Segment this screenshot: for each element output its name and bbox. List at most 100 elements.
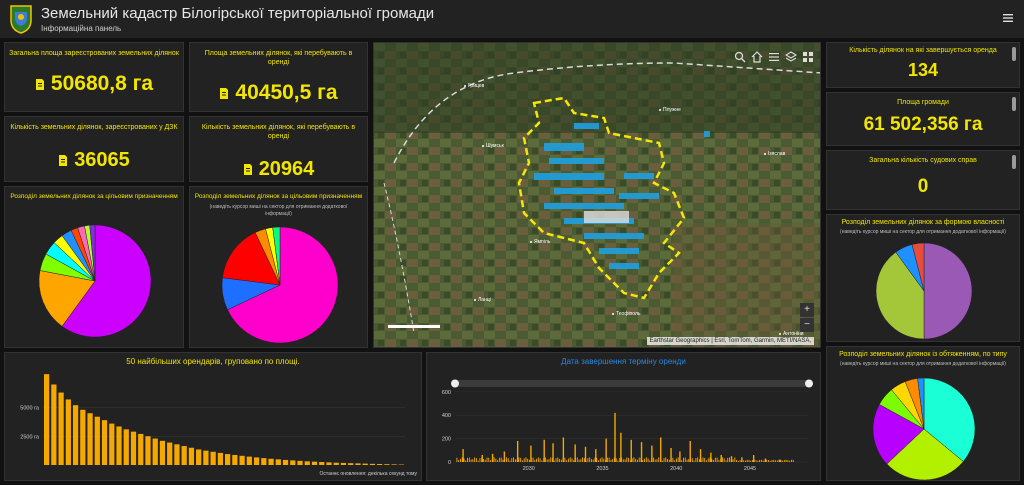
histogram-bar[interactable] xyxy=(564,457,566,462)
histogram-bar[interactable] xyxy=(721,457,723,462)
bar[interactable] xyxy=(51,384,57,466)
bar[interactable] xyxy=(282,459,289,465)
histogram-spike[interactable] xyxy=(720,454,722,462)
histogram-bar[interactable] xyxy=(688,458,690,462)
histogram-bar[interactable] xyxy=(637,459,638,462)
bar[interactable] xyxy=(311,461,318,465)
pie-slice[interactable] xyxy=(923,242,973,340)
bar[interactable] xyxy=(225,454,231,465)
histogram-bar[interactable] xyxy=(626,457,628,462)
bar[interactable] xyxy=(355,463,361,465)
histogram-bar[interactable] xyxy=(691,458,693,462)
histogram-bar[interactable] xyxy=(773,459,775,462)
histogram-bar[interactable] xyxy=(617,460,619,462)
histogram-bar[interactable] xyxy=(757,460,759,462)
range-slider-handle[interactable] xyxy=(451,379,459,388)
histogram-bar[interactable] xyxy=(484,459,486,462)
histogram-bar[interactable] xyxy=(479,458,481,462)
histogram-bar[interactable] xyxy=(571,458,573,462)
histogram-bar[interactable] xyxy=(693,460,695,462)
histogram-bar[interactable] xyxy=(483,459,484,462)
scrollbar[interactable] xyxy=(1012,155,1016,169)
histogram-bar[interactable] xyxy=(734,457,736,462)
bar[interactable] xyxy=(340,462,347,465)
histogram-bar[interactable] xyxy=(529,459,530,462)
histogram-bar[interactable] xyxy=(534,459,536,462)
histogram-bar[interactable] xyxy=(573,460,575,462)
bar[interactable] xyxy=(101,420,108,465)
histogram-bar[interactable] xyxy=(681,460,683,462)
histogram-bar[interactable] xyxy=(569,457,571,462)
histogram-bar[interactable] xyxy=(789,460,791,462)
bar[interactable] xyxy=(246,456,252,465)
histogram-bar[interactable] xyxy=(603,458,605,462)
histogram-bar[interactable] xyxy=(716,457,718,462)
histogram-bar[interactable] xyxy=(615,458,617,462)
bar[interactable] xyxy=(217,452,223,465)
histogram-spike[interactable] xyxy=(574,444,576,462)
histogram-bar[interactable] xyxy=(674,460,676,462)
histogram-bar[interactable] xyxy=(507,458,509,462)
histogram-bar[interactable] xyxy=(661,460,663,462)
histogram-bar[interactable] xyxy=(683,457,684,462)
histogram-bar[interactable] xyxy=(557,457,559,462)
bar[interactable] xyxy=(203,450,209,465)
basemap-gallery-icon[interactable] xyxy=(802,51,814,63)
histogram-spike[interactable] xyxy=(620,432,622,462)
histogram-bar[interactable] xyxy=(513,457,515,462)
histogram-bar[interactable] xyxy=(456,457,458,462)
histogram-bar[interactable] xyxy=(752,460,753,462)
histogram-bar[interactable] xyxy=(493,457,495,462)
hamburger-menu-icon[interactable] xyxy=(1002,12,1014,24)
bar[interactable] xyxy=(130,431,137,465)
histogram-spike[interactable] xyxy=(491,453,494,462)
histogram-bar[interactable] xyxy=(518,457,520,462)
pie-chart-purpose-area[interactable] xyxy=(5,209,184,348)
bar[interactable] xyxy=(253,457,260,465)
histogram-bar[interactable] xyxy=(766,459,768,462)
histogram-bar[interactable] xyxy=(787,460,789,462)
histogram-bar[interactable] xyxy=(532,457,534,462)
bar[interactable] xyxy=(145,436,151,465)
histogram-bar[interactable] xyxy=(495,458,497,462)
histogram-bar[interactable] xyxy=(490,460,492,462)
histogram-bar[interactable] xyxy=(776,460,778,462)
histogram-bar[interactable] xyxy=(548,459,550,462)
histogram-bar[interactable] xyxy=(767,460,769,462)
histogram-spike[interactable] xyxy=(462,449,464,462)
histogram-bar[interactable] xyxy=(514,459,516,462)
histogram-bar[interactable] xyxy=(580,459,582,462)
histogram-bar[interactable] xyxy=(697,457,699,462)
histogram-bar[interactable] xyxy=(458,460,460,462)
histogram-bar[interactable] xyxy=(560,459,562,462)
histogram-bar[interactable] xyxy=(644,458,645,462)
histogram-bar[interactable] xyxy=(488,457,490,462)
scrollbar[interactable] xyxy=(1012,47,1016,61)
bar[interactable] xyxy=(290,460,296,465)
histogram-bar[interactable] xyxy=(791,459,792,462)
histogram-bar[interactable] xyxy=(785,459,787,462)
bar[interactable] xyxy=(297,460,303,465)
histogram-spike[interactable] xyxy=(552,443,554,462)
histogram-bar[interactable] xyxy=(667,459,669,462)
bar[interactable] xyxy=(232,454,238,465)
histogram-bar[interactable] xyxy=(744,460,746,462)
histogram-bar[interactable] xyxy=(695,458,697,462)
histogram-spike[interactable] xyxy=(630,439,632,462)
histogram-bar[interactable] xyxy=(649,460,651,462)
bar[interactable] xyxy=(369,463,376,465)
histogram-bar[interactable] xyxy=(706,460,707,462)
histogram-bar[interactable] xyxy=(739,460,741,462)
map-view[interactable]: Шумськ Ямпіль Теофіполь Ланці Грицев Ізя… xyxy=(373,42,821,348)
histogram-bar[interactable] xyxy=(729,457,730,462)
histogram-bar[interactable] xyxy=(582,457,584,462)
histogram-bar[interactable] xyxy=(723,458,725,462)
histogram-bar[interactable] xyxy=(567,458,569,462)
histogram-bar[interactable] xyxy=(769,460,771,462)
histogram-bar[interactable] xyxy=(727,457,729,462)
histogram-spike[interactable] xyxy=(481,454,483,462)
histogram-spike[interactable] xyxy=(640,442,643,462)
histogram-spike[interactable] xyxy=(710,452,712,462)
histogram-bar[interactable] xyxy=(704,457,706,462)
histogram-bar[interactable] xyxy=(654,459,656,462)
